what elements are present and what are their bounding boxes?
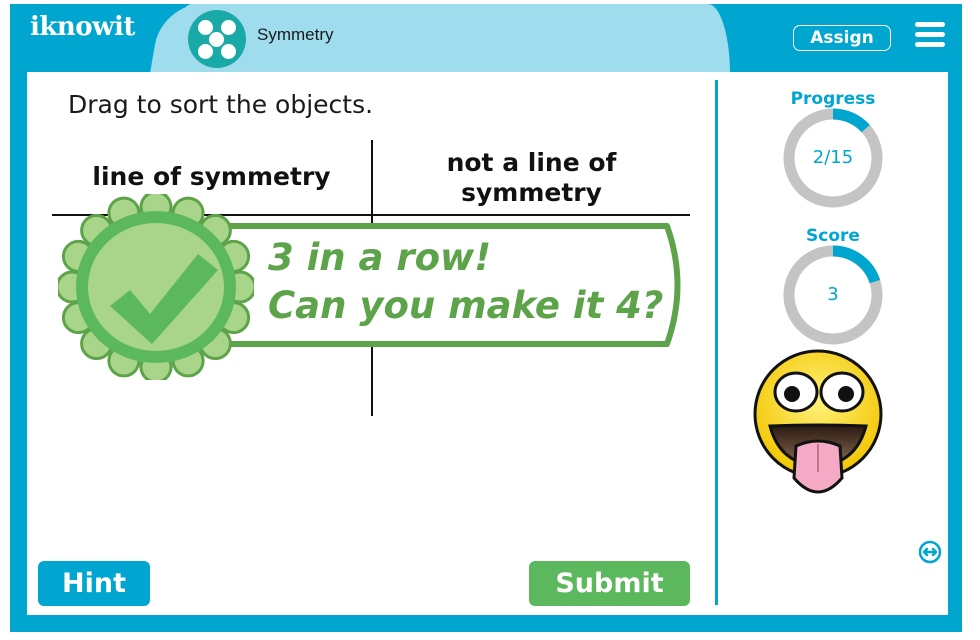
column-header-not-a-line-of-symmetry: not a line of symmetry — [446, 148, 617, 207]
feedback-line-1: 3 in a row! — [268, 236, 492, 279]
score-value: 3 — [827, 284, 839, 305]
topic-title: Symmetry — [257, 25, 334, 44]
checkmark-badge-icon — [58, 194, 254, 380]
hint-button[interactable]: Hint — [38, 561, 150, 606]
expand-horizontal-icon[interactable] — [918, 540, 942, 564]
hamburger-menu-icon[interactable] — [915, 22, 945, 48]
score-label: Score — [806, 226, 860, 246]
progress-value: 2/15 — [812, 147, 854, 168]
progress-label: Progress — [790, 89, 876, 109]
five-dots-icon — [188, 10, 246, 68]
logo-text: iknowit — [30, 12, 135, 42]
topic-tab — [170, 4, 730, 74]
silly-face-icon — [753, 349, 883, 494]
feedback-line-2: Can you make it 4? — [268, 284, 664, 327]
assign-button[interactable]: Assign — [793, 25, 891, 51]
logo[interactable]: iknowit — [30, 12, 135, 42]
sidebar-divider — [715, 80, 718, 605]
instruction-text: Drag to sort the objects. — [68, 90, 374, 119]
column-header-line-of-symmetry: line of symmetry — [92, 162, 331, 191]
submit-button[interactable]: Submit — [529, 561, 690, 606]
